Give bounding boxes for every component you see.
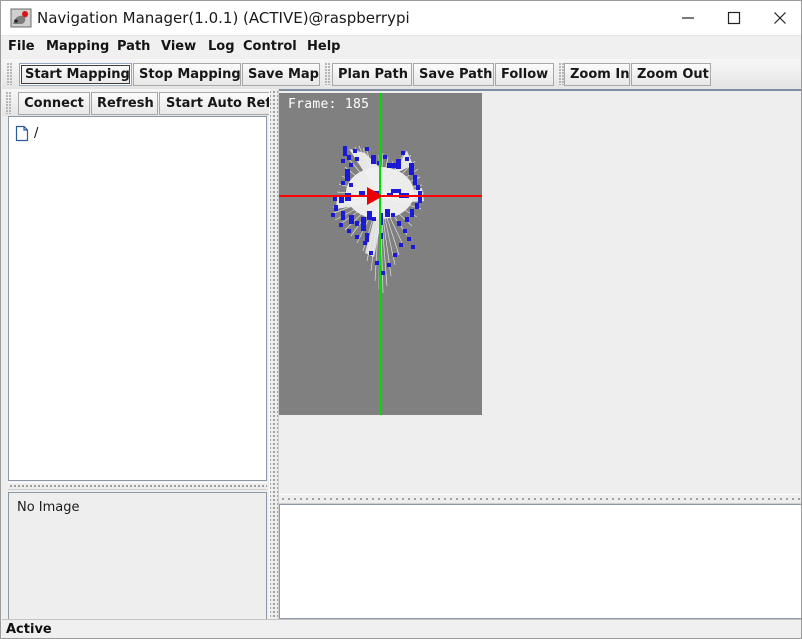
connection-toolbar: Connect Refresh Start Auto Refresh (2, 89, 269, 116)
main-content: Connect Refresh Start Auto Refresh (2, 89, 801, 638)
plan-path-button[interactable]: Plan Path (332, 63, 412, 86)
occupancy-grid-render (279, 93, 482, 415)
maximize-button[interactable] (711, 1, 757, 35)
left-horizontal-splitter[interactable] (8, 482, 267, 490)
map-canvas[interactable]: Frame: 185 (279, 93, 482, 415)
connection-toolbar-grip[interactable] (5, 91, 12, 114)
left-column: Connect Refresh Start Auto Refresh (2, 89, 269, 638)
document-icon (15, 125, 29, 142)
start-mapping-button[interactable]: Start Mapping (19, 63, 132, 86)
close-icon (774, 12, 786, 24)
start-auto-refresh-button[interactable]: Start Auto Refresh (159, 92, 269, 115)
minimize-button[interactable] (665, 1, 711, 35)
main-toolbar: Start Mapping Stop Mapping Save Map Plan… (2, 59, 801, 89)
menu-item-help[interactable]: Help (303, 38, 344, 56)
status-bar: Active (2, 619, 801, 638)
menu-item-path[interactable]: Path (113, 38, 154, 56)
menu-item-mapping[interactable]: Mapping (42, 38, 113, 56)
menu-item-log[interactable]: Log (204, 38, 239, 56)
save-path-button[interactable]: Save Path (413, 63, 494, 86)
close-button[interactable] (757, 1, 801, 35)
right-horizontal-splitter[interactable] (279, 494, 801, 504)
image-preview-panel: No Image (8, 492, 267, 638)
navigation-manager-window: Navigation Manager(1.0.1) (ACTIVE)@raspb… (0, 0, 802, 639)
menu-bar: File Mapping Path View Log Control Help (2, 36, 801, 58)
save-map-button[interactable]: Save Map (242, 63, 320, 86)
window-title: Navigation Manager(1.0.1) (ACTIVE)@raspb… (37, 9, 410, 27)
zoom-in-button[interactable]: Zoom In (564, 63, 630, 86)
tree-item-label: / (34, 125, 39, 141)
no-image-label: No Image (17, 500, 80, 515)
robot-app-icon (10, 7, 32, 29)
minimize-icon (682, 17, 694, 19)
menu-item-file[interactable]: File (4, 38, 39, 56)
frame-counter-label: Frame: 185 (288, 97, 370, 112)
refresh-button[interactable]: Refresh (91, 92, 158, 115)
zoom-out-button[interactable]: Zoom Out (631, 63, 711, 86)
topic-tree-panel[interactable]: / (8, 116, 267, 481)
toolbar-grip-mapping[interactable] (6, 62, 13, 85)
follow-button[interactable]: Follow (495, 63, 554, 86)
toolbar-grip-path[interactable] (324, 62, 331, 85)
title-bar: Navigation Manager(1.0.1) (ACTIVE)@raspb… (1, 1, 801, 36)
maximize-icon (727, 11, 741, 25)
right-column: Frame: 185 (279, 89, 801, 619)
tree-item-root[interactable]: / (15, 124, 38, 142)
status-text: Active (6, 622, 52, 637)
map-view-panel[interactable]: Frame: 185 (279, 89, 801, 494)
vertical-splitter[interactable] (269, 89, 279, 619)
log-output-panel[interactable] (279, 504, 801, 619)
menu-item-control[interactable]: Control (239, 38, 301, 56)
stop-mapping-button[interactable]: Stop Mapping (133, 63, 241, 86)
menu-item-view[interactable]: View (157, 38, 200, 56)
connect-button[interactable]: Connect (18, 92, 90, 115)
